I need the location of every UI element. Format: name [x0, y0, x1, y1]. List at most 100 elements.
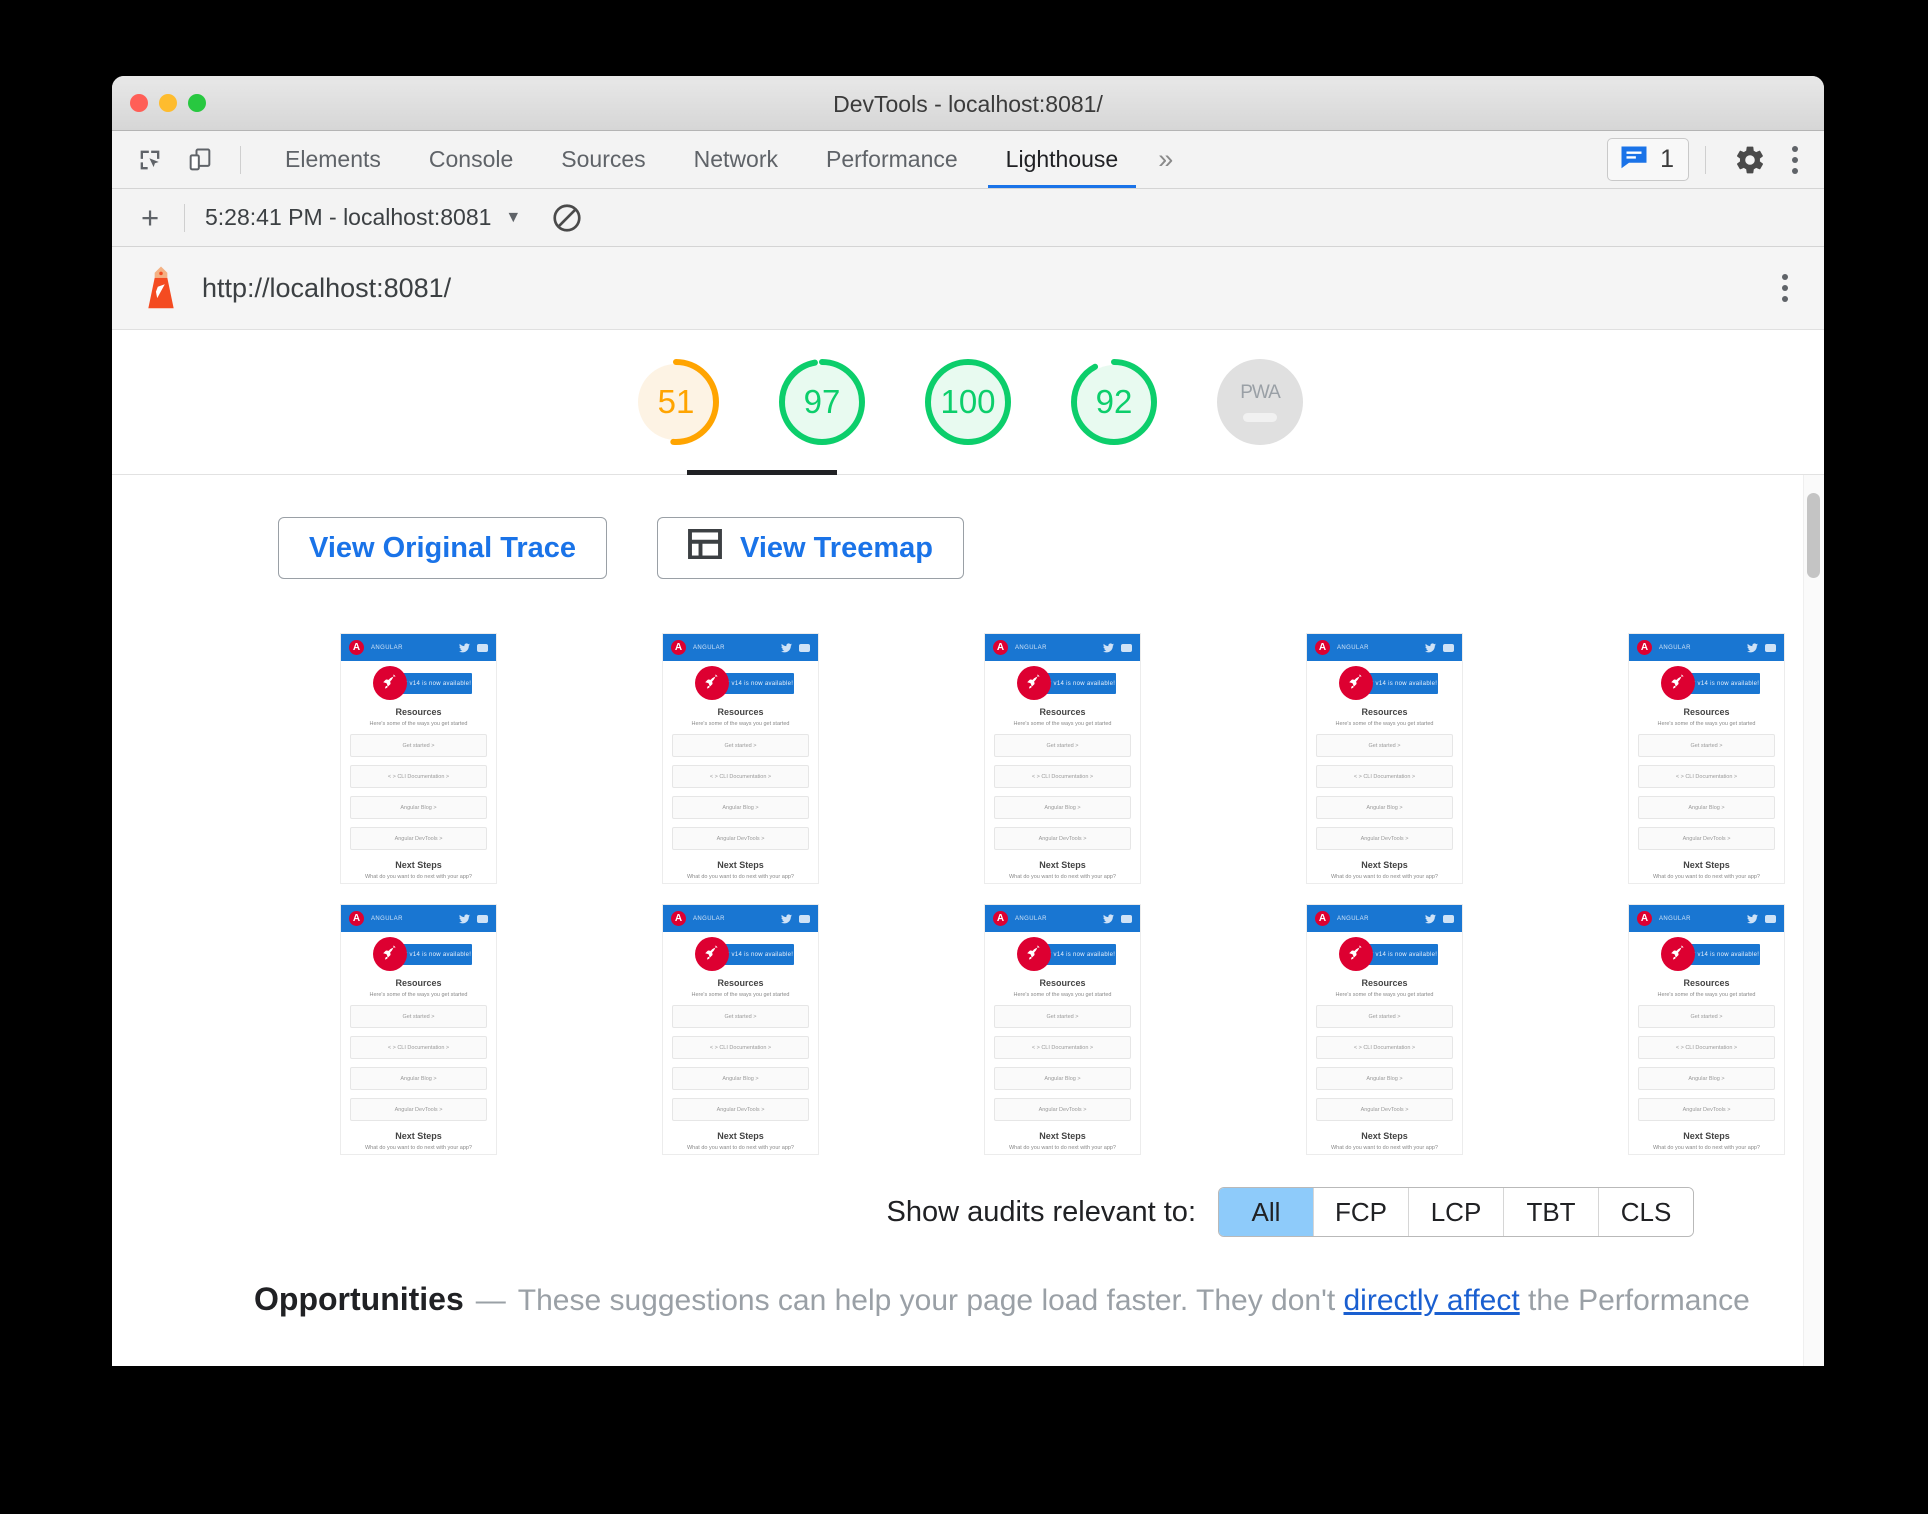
tab-performance[interactable]: Performance: [802, 131, 982, 188]
angular-logo-icon: A: [349, 640, 364, 655]
thumb-section-subtitle: Here's some of the ways you get started: [1335, 721, 1434, 727]
thumb-brand-label: ANGULAR: [1659, 915, 1691, 922]
filmstrip-frame: A ANGULAR Angular v14 is now available! Res…: [662, 904, 819, 1155]
devtools-toolbar-right: 1: [1607, 138, 1824, 181]
thumb-card: Angular DevTools >: [672, 1098, 809, 1121]
directly-affect-link[interactable]: directly affect: [1344, 1284, 1520, 1317]
thumb-card: Angular Blog >: [350, 1067, 487, 1090]
thumb-header-icons: [781, 913, 810, 924]
filter-option-fcp[interactable]: FCP: [1314, 1188, 1409, 1236]
thumb-site-header: A ANGULAR: [663, 634, 818, 661]
audit-filter-label: Show audits relevant to:: [886, 1195, 1196, 1228]
clear-all-icon[interactable]: [551, 202, 583, 234]
tab-sources[interactable]: Sources: [537, 131, 669, 188]
rocket-icon: [1339, 666, 1373, 700]
thumb-card: Angular DevTools >: [994, 827, 1131, 850]
twitter-icon: [1103, 913, 1114, 923]
opportunities-description: These suggestions can help your page loa…: [518, 1284, 1750, 1318]
gauge-performance[interactable]: 51: [628, 354, 724, 450]
thumb-hero: Angular v14 is now available!: [1307, 932, 1462, 976]
gauge-seo[interactable]: 92: [1066, 354, 1162, 450]
report-action-buttons: View Original Trace View Treemap: [112, 475, 1824, 579]
audit-filter-row: Show audits relevant to: All FCP LCP TBT: [112, 1155, 1824, 1237]
twitter-icon: [1103, 642, 1114, 652]
view-treemap-label: View Treemap: [740, 531, 933, 564]
tab-lighthouse-label: Lighthouse: [1005, 146, 1119, 172]
run-selector-dropdown[interactable]: 5:28:41 PM - localhost:8081 ▼: [197, 204, 529, 231]
angular-logo-icon: A: [1637, 640, 1652, 655]
inspect-element-icon[interactable]: [128, 140, 172, 180]
thumb-card: Angular DevTools >: [1638, 1098, 1775, 1121]
gauge-pwa[interactable]: PWA: [1212, 354, 1308, 450]
message-count-button[interactable]: 1: [1607, 138, 1689, 181]
thumb-card: Angular DevTools >: [1316, 827, 1453, 850]
twitter-icon: [459, 913, 470, 923]
rocket-icon: [373, 937, 407, 971]
thumb-section-title: Resources: [1361, 707, 1408, 717]
rocket-icon: [1339, 937, 1373, 971]
thumb-card: < > CLI Documentation >: [672, 765, 809, 788]
gear-icon[interactable]: [1722, 144, 1778, 176]
new-report-button[interactable]: +: [128, 198, 172, 238]
kebab-menu-icon[interactable]: [1782, 145, 1808, 174]
filter-option-tbt[interactable]: TBT: [1504, 1188, 1599, 1236]
thumb-card: Angular Blog >: [672, 1067, 809, 1090]
thumb-header-icons: [1103, 913, 1132, 924]
thumb-next-subtitle: What do you want to do next with your ap…: [1652, 1145, 1760, 1151]
tab-elements[interactable]: Elements: [261, 131, 405, 188]
filter-option-all[interactable]: All: [1219, 1188, 1314, 1236]
video-icon: [799, 914, 810, 923]
tab-network[interactable]: Network: [670, 131, 802, 188]
device-toolbar-icon[interactable]: [178, 140, 222, 180]
video-icon: [1443, 914, 1454, 923]
thumb-card: < > CLI Documentation >: [1316, 765, 1453, 788]
thumb-card: Angular Blog >: [350, 796, 487, 819]
tab-console[interactable]: Console: [405, 131, 537, 188]
filmstrip-frame: A ANGULAR Angular v14 is now available! Res…: [984, 633, 1141, 884]
filter-option-cls[interactable]: CLS: [1599, 1188, 1693, 1236]
twitter-icon: [1747, 642, 1758, 652]
toolbar-divider-right: [1705, 145, 1706, 174]
thumb-next-title: Next Steps: [717, 1131, 764, 1141]
filter-option-lcp[interactable]: LCP: [1409, 1188, 1504, 1236]
thumb-card-list: Get started > < > CLI Documentation > Angu…: [341, 1005, 496, 1121]
report-scrollbar-thumb[interactable]: [1807, 493, 1820, 578]
thumb-section-subtitle: Here's some of the ways you get started: [691, 721, 790, 727]
lighthouse-runbar: + 5:28:41 PM - localhost:8081 ▼: [112, 189, 1824, 247]
thumb-next-title: Next Steps: [1361, 860, 1408, 870]
opportunities-section-header: Opportunities — These suggestions can he…: [112, 1237, 1824, 1318]
thumb-card: Get started >: [350, 1005, 487, 1028]
thumb-hero: Angular v14 is now available!: [341, 661, 496, 705]
thumb-section-title: Resources: [717, 978, 764, 988]
angular-logo-icon: A: [993, 640, 1008, 655]
thumb-brand-label: ANGULAR: [1337, 915, 1369, 922]
gauge-accessibility-score: 97: [803, 383, 841, 420]
thumb-hero: Angular v14 is now available!: [1307, 661, 1462, 705]
thumb-card: Angular Blog >: [994, 1067, 1131, 1090]
thumb-card: Angular Blog >: [1316, 796, 1453, 819]
thumb-card: < > CLI Documentation >: [350, 765, 487, 788]
thumb-section-title: Resources: [395, 707, 442, 717]
rocket-icon: [1017, 937, 1051, 971]
more-tabs-icon[interactable]: »: [1142, 144, 1189, 175]
angular-logo-icon: A: [1637, 911, 1652, 926]
thumb-next-title: Next Steps: [1361, 1131, 1408, 1141]
thumb-card: Get started >: [350, 734, 487, 757]
report-scrollbar-track[interactable]: [1803, 475, 1824, 1366]
report-menu-kebab-icon[interactable]: [1772, 274, 1798, 302]
gauge-best-practices[interactable]: 100: [920, 354, 1016, 450]
filter-option-tbt-label: TBT: [1526, 1196, 1576, 1227]
thumb-card-list: Get started > < > CLI Documentation > Angu…: [1629, 734, 1784, 850]
opportunities-dash: —: [475, 1284, 506, 1317]
thumb-next-subtitle: What do you want to do next with your ap…: [1330, 1145, 1438, 1151]
twitter-icon: [1425, 642, 1436, 652]
gauge-accessibility[interactable]: 97: [774, 354, 870, 450]
view-treemap-button[interactable]: View Treemap: [657, 517, 964, 579]
view-original-trace-button[interactable]: View Original Trace: [278, 517, 608, 579]
thumb-card: Get started >: [672, 1005, 809, 1028]
tab-lighthouse[interactable]: Lighthouse: [982, 131, 1143, 188]
thumb-next-title: Next Steps: [1039, 1131, 1086, 1141]
devtools-window: DevTools - localhost:8081/ Elements Cons…: [112, 76, 1824, 1366]
thumb-section-subtitle: Here's some of the ways you get started: [1013, 721, 1112, 727]
thumb-site-header: A ANGULAR: [1307, 634, 1462, 661]
